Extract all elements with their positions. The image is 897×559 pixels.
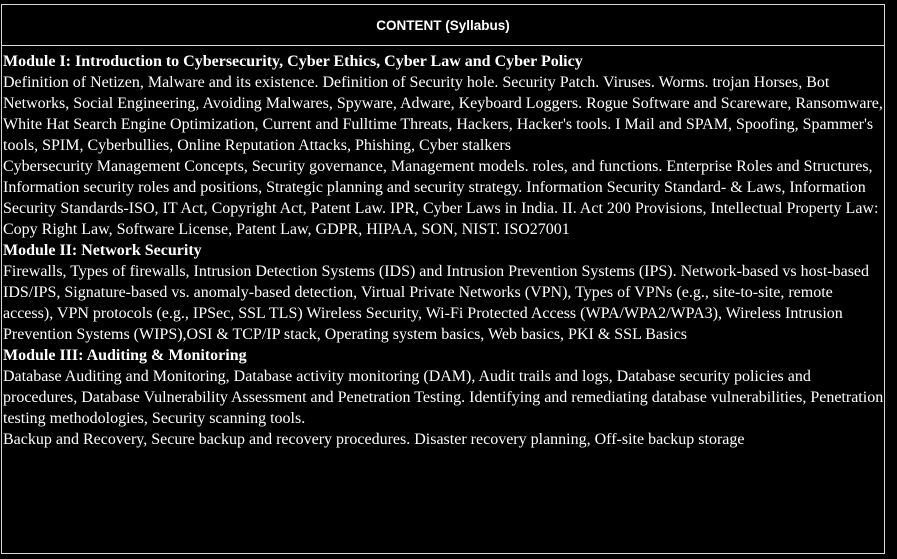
module-3: Module III: Auditing & Monitoring Databa…: [3, 345, 884, 450]
module-1: Module I: Introduction to Cybersecurity,…: [3, 51, 884, 240]
table-header: CONTENT (Syllabus): [2, 5, 884, 46]
module-paragraph: Database Auditing and Monitoring, Databa…: [3, 368, 884, 427]
module-paragraph: Backup and Recovery, Secure backup and r…: [3, 431, 745, 448]
syllabus-content: Module I: Introduction to Cybersecurity,…: [2, 46, 884, 450]
table-header-title: CONTENT (Syllabus): [376, 17, 510, 33]
module-paragraph: Definition of Netizen, Malware and its e…: [3, 74, 883, 154]
module-heading: Module II: Network Security: [3, 242, 202, 259]
module-paragraph: Cybersecurity Management Concepts, Secur…: [3, 158, 879, 238]
module-2: Module II: Network Security Firewalls, T…: [3, 240, 884, 345]
module-heading: Module I: Introduction to Cybersecurity,…: [3, 53, 583, 70]
module-heading: Module III: Auditing & Monitoring: [3, 347, 247, 364]
module-paragraph: Firewalls, Types of firewalls, Intrusion…: [3, 263, 870, 343]
syllabus-table: CONTENT (Syllabus) Module I: Introductio…: [1, 4, 885, 554]
